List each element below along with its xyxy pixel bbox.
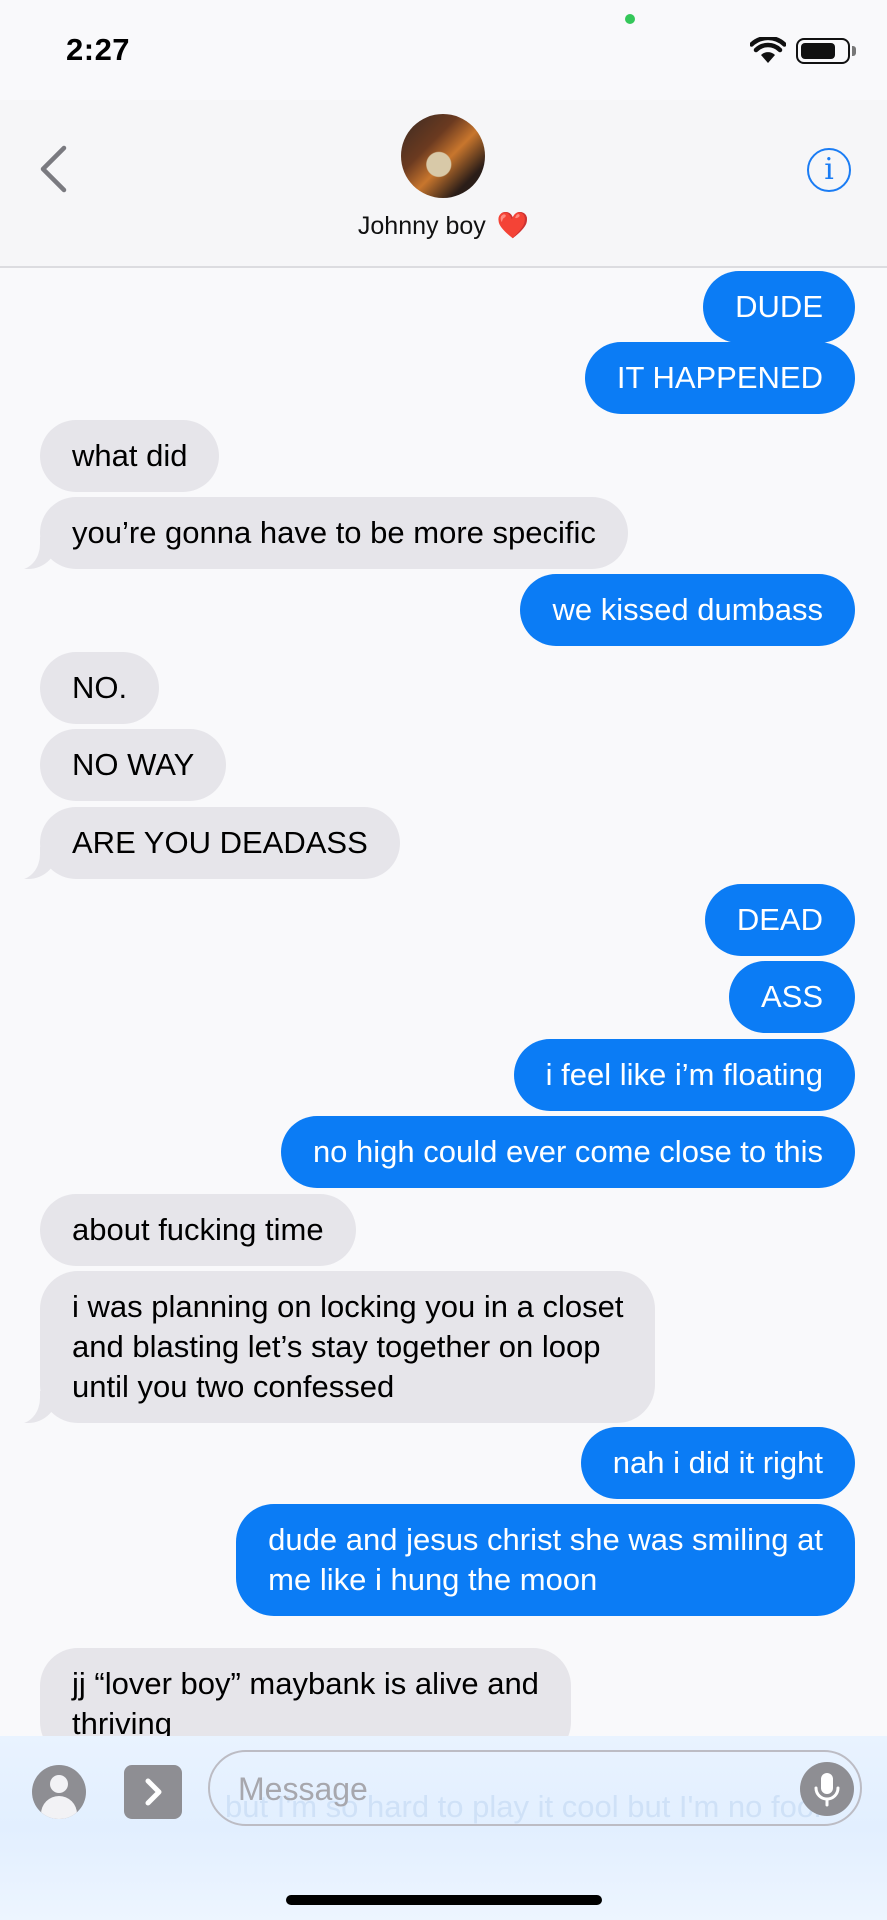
status-bar: 2:27: [0, 0, 887, 100]
message-thread: DUDE IT HAPPENED what did you’re gonna h…: [0, 268, 887, 1736]
apps-expand-button[interactable]: [124, 1765, 182, 1819]
message-bubble-outgoing[interactable]: nah i did it right: [580, 1427, 855, 1499]
message-text: ASS: [760, 979, 823, 1014]
contact-name-text: Johnny boy: [357, 212, 486, 240]
message-text: what did: [72, 438, 188, 473]
mic-button[interactable]: [800, 1762, 854, 1816]
conversation-header: Johnny boy ❤️ i: [0, 100, 887, 268]
home-indicator[interactable]: [286, 1895, 602, 1905]
message-text-line: i was planning on locking you in a close…: [72, 1289, 624, 1324]
message-text: DEAD: [736, 902, 823, 937]
message-text: we kissed dumbass: [552, 592, 823, 627]
microphone-icon: [814, 1773, 840, 1807]
battery-tip: [852, 46, 856, 56]
message-bubble-outgoing[interactable]: we kissed dumbass: [520, 574, 855, 646]
message-bubble-outgoing[interactable]: i feel like i’m floating: [513, 1039, 855, 1111]
camera-indicator-dot: [625, 14, 635, 24]
message-bubble-outgoing[interactable]: dude and jesus christ she was smiling at…: [236, 1504, 855, 1616]
message-text-line: until you two confessed: [72, 1369, 395, 1404]
message-text: DUDE: [735, 289, 823, 324]
message-text: ARE YOU DEADASS: [72, 825, 368, 860]
back-chevron-icon[interactable]: [36, 144, 70, 194]
message-text: nah i did it right: [612, 1445, 823, 1480]
message-bubble-outgoing[interactable]: DUDE: [703, 271, 855, 343]
message-bubble-outgoing[interactable]: no high could ever come close to this: [280, 1116, 855, 1188]
message-bubble-outgoing[interactable]: DEAD: [704, 884, 855, 956]
message-bubble-incoming[interactable]: NO.: [40, 652, 160, 724]
contact-avatar[interactable]: [401, 114, 485, 198]
message-input[interactable]: [236, 1766, 760, 1812]
contact-name[interactable]: Johnny boy ❤️: [0, 210, 887, 241]
message-text-line: thriving: [72, 1706, 172, 1736]
message-bubble-incoming[interactable]: what did: [40, 420, 220, 492]
message-bubble-outgoing[interactable]: IT HAPPENED: [584, 342, 855, 414]
message-text: you’re gonna have to be more specific: [72, 515, 596, 550]
battery-icon: [796, 38, 850, 64]
message-text-line: jj “lover boy” maybank is alive and: [72, 1666, 539, 1701]
message-bubble-incoming[interactable]: ARE YOU DEADASS: [0, 807, 400, 880]
message-text: about fucking time: [72, 1212, 324, 1247]
contacts-icon[interactable]: [32, 1765, 86, 1819]
message-bubble-incoming[interactable]: NO WAY: [40, 729, 227, 801]
message-text-line: and blasting let’s stay together on loop: [72, 1329, 601, 1364]
message-field[interactable]: [208, 1750, 862, 1826]
message-composer: but I'm so hard to play it cool but I'm …: [0, 1736, 887, 1920]
heart-emoji: ❤️: [496, 210, 530, 240]
message-text: i feel like i’m floating: [545, 1057, 823, 1092]
message-bubble-incoming[interactable]: i was planning on locking you in a close…: [0, 1271, 656, 1424]
message-text: no high could ever come close to this: [312, 1134, 823, 1169]
message-bubble-incoming[interactable]: you’re gonna have to be more specific: [0, 497, 628, 570]
status-time: 2:27: [66, 32, 131, 67]
message-text-line: dude and jesus christ she was smiling at: [268, 1522, 823, 1557]
message-bubble-incoming[interactable]: about fucking time: [40, 1194, 356, 1266]
message-text: NO WAY: [72, 747, 195, 782]
chevron-right-icon: [145, 1778, 162, 1806]
message-text: NO.: [72, 670, 128, 705]
wifi-icon: [750, 37, 786, 63]
message-bubble-incoming[interactable]: jj “lover boy” maybank is alive and thri…: [40, 1648, 571, 1736]
message-text: IT HAPPENED: [616, 360, 823, 395]
message-text-line: me like i hung the moon: [268, 1562, 598, 1597]
message-bubble-outgoing[interactable]: ASS: [728, 961, 855, 1033]
info-icon[interactable]: i: [807, 148, 851, 192]
